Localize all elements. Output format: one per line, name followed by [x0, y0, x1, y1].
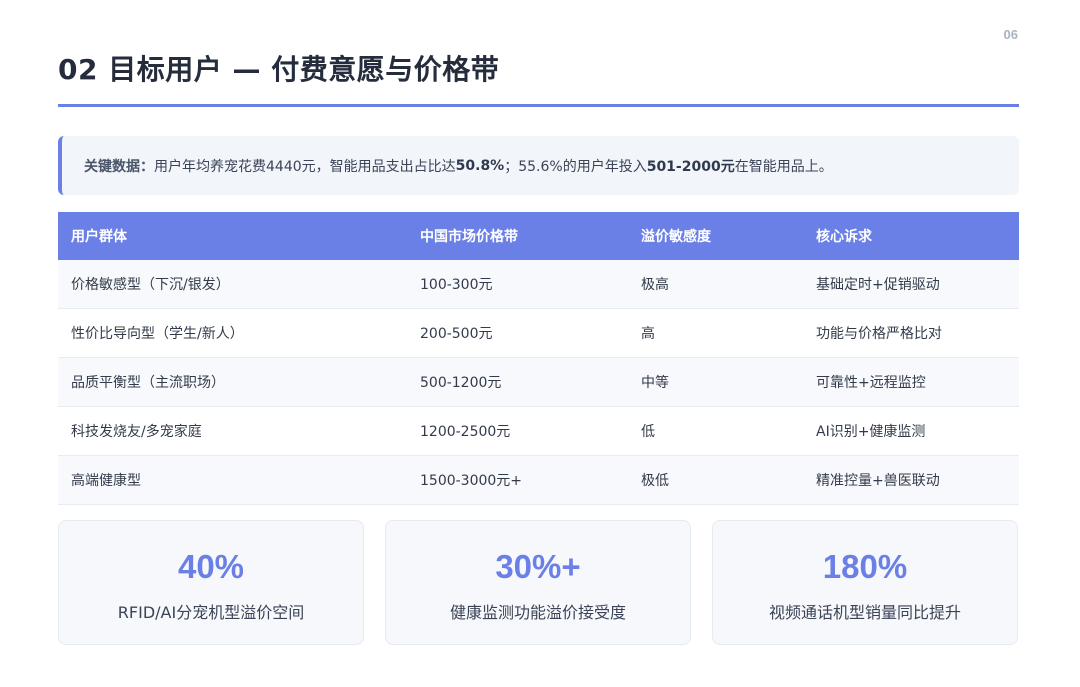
stat-label: RFID/AI分宠机型溢价空间 — [117, 603, 305, 622]
table-row: 性价比导向型（学生/新人） 200-500元 高 功能与价格严格比对 — [58, 308, 1019, 358]
cell-price-band: 1200-2500元 — [407, 406, 628, 456]
cell-sensitivity: 极高 — [628, 260, 803, 309]
key-data-callout: 关键数据： 用户年均养宠花费4440元，智能用品支出占比达 50.8% ；55.… — [58, 136, 1019, 195]
header-premium-sensitivity: 溢价敏感度 — [628, 212, 803, 260]
cell-sensitivity: 极低 — [628, 455, 803, 505]
cell-core-need: 功能与价格严格比对 — [803, 308, 1019, 358]
stat-value: 40% — [177, 548, 245, 585]
callout-text-1: 用户年均养宠花费4440元，智能用品支出占比达 — [154, 158, 456, 175]
callout-text-2: ；55.6%的用户年投入 — [504, 158, 647, 175]
table-header-row: 用户群体 中国市场价格带 溢价敏感度 核心诉求 — [58, 212, 1019, 260]
cell-core-need: 基础定时+促销驱动 — [803, 260, 1019, 309]
table-row: 科技发烧友/多宠家庭 1200-2500元 低 AI识别+健康监测 — [58, 406, 1019, 456]
cell-core-need: 可靠性+远程监控 — [803, 357, 1019, 407]
cell-price-band: 100-300元 — [407, 260, 628, 309]
page-title: 02 目标用户 — 付费意愿与价格带 — [58, 53, 500, 86]
stat-card-health-monitoring: 30%+ 健康监测功能溢价接受度 — [385, 520, 691, 645]
cell-price-band: 500-1200元 — [407, 357, 628, 407]
header-user-group: 用户群体 — [58, 212, 407, 260]
stat-value: 30%+ — [495, 548, 581, 585]
cell-user-group: 性价比导向型（学生/新人） — [58, 308, 407, 358]
table-row: 品质平衡型（主流职场） 500-1200元 中等 可靠性+远程监控 — [58, 357, 1019, 407]
cell-price-band: 1500-3000元+ — [407, 455, 628, 505]
price-band-table: 用户群体 中国市场价格带 溢价敏感度 核心诉求 价格敏感型（下沉/银发） 100… — [58, 212, 1019, 505]
table-row: 高端健康型 1500-3000元+ 极低 精准控量+兽医联动 — [58, 455, 1019, 505]
callout-highlight-2: 501-2000元 — [646, 158, 735, 175]
header-price-band: 中国市场价格带 — [407, 212, 628, 260]
stat-card-video-call: 180% 视频通话机型销量同比提升 — [712, 520, 1018, 645]
cell-sensitivity: 高 — [628, 308, 803, 358]
cell-user-group: 科技发烧友/多宠家庭 — [58, 406, 407, 456]
stat-label: 健康监测功能溢价接受度 — [449, 603, 626, 622]
cell-core-need: 精准控量+兽医联动 — [803, 455, 1019, 505]
header-core-needs: 核心诉求 — [803, 212, 1019, 260]
title-divider — [58, 104, 1019, 107]
stat-card-rfid-ai: 40% RFID/AI分宠机型溢价空间 — [58, 520, 364, 645]
cell-core-need: AI识别+健康监测 — [803, 406, 1019, 456]
cell-sensitivity: 中等 — [628, 357, 803, 407]
table-row: 价格敏感型（下沉/银发） 100-300元 极高 基础定时+促销驱动 — [58, 260, 1019, 309]
cell-user-group: 品质平衡型（主流职场） — [58, 357, 407, 407]
stat-label: 视频通话机型销量同比提升 — [768, 603, 961, 622]
callout-lead: 关键数据： — [84, 158, 154, 175]
cell-user-group: 价格敏感型（下沉/银发） — [58, 260, 407, 309]
callout-text-3: 在智能用品上。 — [734, 158, 833, 175]
callout-highlight-1: 50.8% — [455, 157, 505, 174]
page-number: 06 — [1003, 27, 1018, 42]
cell-sensitivity: 低 — [628, 406, 803, 456]
stat-value: 180% — [822, 548, 908, 585]
cell-price-band: 200-500元 — [407, 308, 628, 358]
cell-user-group: 高端健康型 — [58, 455, 407, 505]
